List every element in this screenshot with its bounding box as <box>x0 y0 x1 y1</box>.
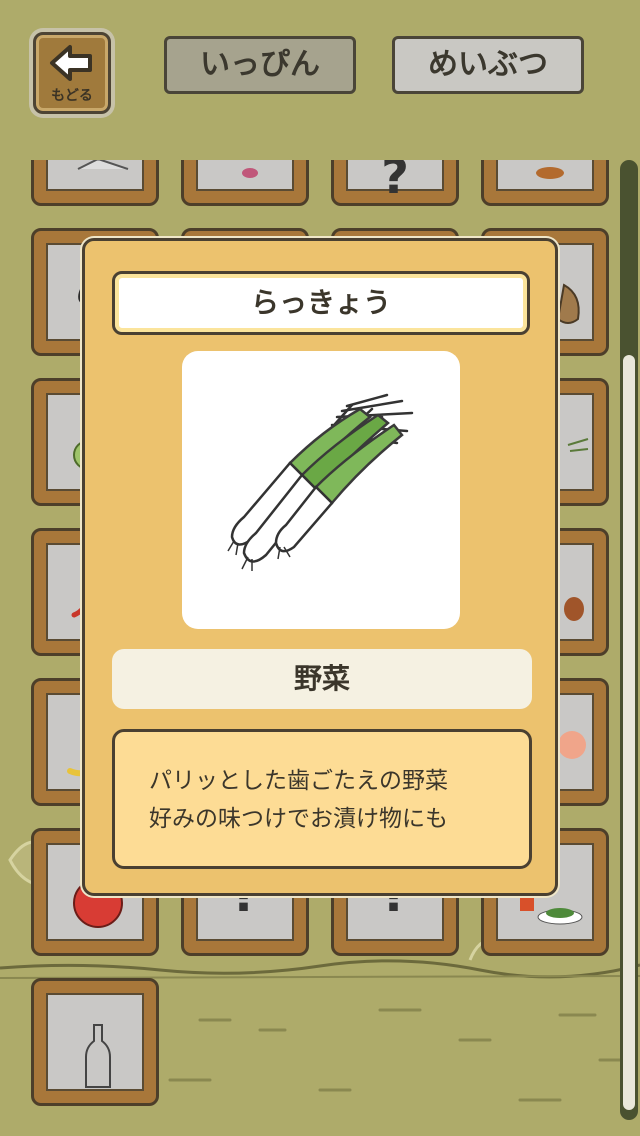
item-tile[interactable] <box>481 160 609 206</box>
bottle-icon <box>85 1024 111 1088</box>
unknown-mark: ? <box>381 160 409 205</box>
scrollbar[interactable] <box>620 160 638 1120</box>
item-description: パリッとした歯ごたえの野菜 好みの味つけでお漬け物にも <box>112 729 532 869</box>
back-button[interactable]: もどる <box>33 32 111 114</box>
item-detail-dialog[interactable]: らっきょう 野菜 パリッとした歯ごたえの野菜 好みの味つけでお漬け物にも <box>82 238 558 896</box>
cardboard-icon <box>77 160 129 170</box>
item-name: らっきょう <box>112 271 530 335</box>
item-tile[interactable] <box>31 978 159 1106</box>
description-line: パリッとした歯ごたえの野菜 <box>149 768 448 794</box>
arrow-left-icon <box>50 45 92 81</box>
item-image <box>182 351 460 629</box>
item-tile[interactable] <box>31 160 159 206</box>
description-line: 好みの味つけでお漬け物にも <box>149 806 448 832</box>
unknown-item-tile[interactable]: ? <box>331 160 459 206</box>
radish-icon <box>242 168 258 178</box>
tab-meibutsu[interactable]: めいぶつ <box>392 36 584 94</box>
item-category: 野菜 <box>112 649 532 709</box>
rakkyo-illustration <box>227 393 414 571</box>
back-label: もどる <box>51 88 93 104</box>
tab-ippin[interactable]: いっぴん <box>164 36 356 94</box>
scrollbar-thumb[interactable] <box>623 355 635 1110</box>
bread-icon <box>536 167 564 179</box>
item-tile[interactable] <box>181 160 309 206</box>
